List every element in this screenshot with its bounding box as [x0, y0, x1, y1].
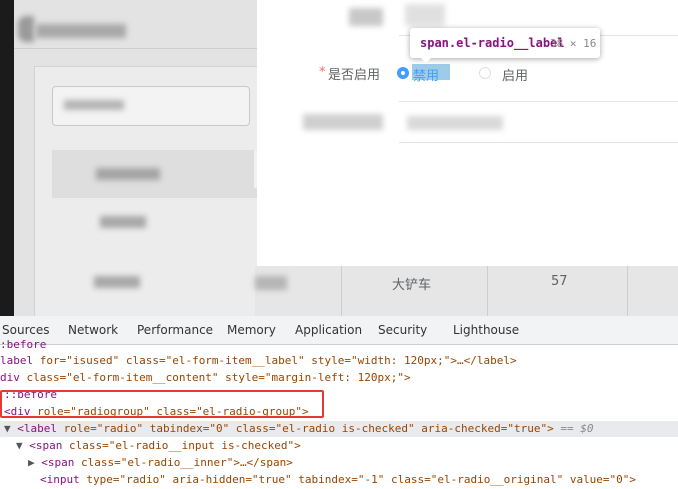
blurred-input-bottom: [407, 116, 503, 130]
devtools-tabbar: Sources Network Performance Memory Appli…: [0, 316, 678, 345]
selected-node-marker: == $0: [553, 422, 594, 435]
span-input-attrs: class="el-radio__input is-checked">: [62, 439, 301, 452]
bg-header-divider: [14, 48, 258, 49]
code-line-div-content[interactable]: div class="el-form-item__content" style=…: [0, 371, 411, 384]
tag-label: label: [0, 354, 34, 367]
tab-sources[interactable]: Sources: [2, 323, 49, 337]
bg-row-text: [94, 276, 140, 288]
vehicle-count-cell: 57: [551, 274, 568, 289]
blurred-label-bottom: [303, 114, 383, 130]
tab-lighthouse[interactable]: Lighthouse: [453, 323, 519, 337]
span-inner-attrs: class="el-radio__inner">…</span>: [74, 456, 293, 469]
tooltip-selector: span.el-radio__label: [420, 36, 565, 50]
tag-label-radio: <label: [17, 422, 57, 435]
row-blurred-cell: [255, 276, 287, 290]
tooltip-arrow: [420, 57, 432, 63]
input-attrs: type="radio" aria-hidden="true" tabindex…: [79, 473, 637, 486]
code-line-label-radio[interactable]: ▼ <label role="radio" tabindex="0" class…: [4, 422, 593, 435]
expand-arrow-icon[interactable]: ▼: [4, 422, 11, 435]
code-line-input[interactable]: <input type="radio" aria-hidden="true" t…: [40, 473, 636, 486]
cell-divider: [627, 266, 628, 316]
cell-divider: [341, 266, 342, 316]
tag-span-inner: <span: [41, 456, 75, 469]
tab-security[interactable]: Security: [378, 323, 427, 337]
radio-enabled-label: 启用: [502, 69, 529, 84]
collapse-arrow-icon[interactable]: ▶: [28, 456, 35, 469]
required-mark: *: [319, 65, 326, 80]
blurred-input-top: [405, 4, 445, 26]
expand-arrow-icon[interactable]: ▼: [16, 439, 23, 452]
tab-memory[interactable]: Memory: [227, 323, 276, 337]
radio-unchecked-icon: [479, 67, 491, 79]
tab-network[interactable]: Network: [68, 323, 118, 337]
bg-table-head-text: [96, 168, 160, 180]
code-line-before[interactable]: :before: [0, 338, 46, 351]
tab-application[interactable]: Application: [295, 323, 362, 337]
radio-disabled-option[interactable]: 禁用: [397, 64, 453, 84]
code-line-span-input[interactable]: ▼ <span class="el-radio__input is-checke…: [16, 439, 301, 452]
bg-search-text: [64, 100, 124, 110]
tab-performance[interactable]: Performance: [137, 323, 213, 337]
bg-back-button: [18, 16, 34, 42]
field-label: 是否启用: [328, 68, 381, 83]
tag-span-input: <span: [29, 439, 63, 452]
radio-disabled-label: 禁用: [413, 69, 440, 84]
bg-table-subhead: [100, 216, 146, 228]
label-radio-attrs: role="radio" tabindex="0" class="el-radi…: [57, 422, 554, 435]
code-line-label[interactable]: label for="isused" class="el-form-item__…: [0, 354, 517, 367]
radio-enabled-option[interactable]: 启用: [479, 64, 539, 84]
label-attrs: for="isused" class="el-form-item__label"…: [33, 354, 517, 367]
mid-divider: [399, 101, 678, 102]
code-line-span-inner[interactable]: ▶ <span class="el-radio__inner">…</span>: [28, 456, 293, 469]
cell-divider: [487, 266, 488, 316]
annotation-red-box: [0, 390, 324, 418]
tag-div: div: [0, 371, 20, 384]
blurred-label-top: [349, 8, 383, 26]
bottom-divider: [399, 142, 678, 143]
tooltip-size: 38 × 16: [550, 37, 597, 50]
div-attrs: class="el-form-item__content" style="mar…: [19, 371, 411, 384]
vehicle-name-cell: 大铲车: [392, 278, 432, 293]
inspector-tooltip: span.el-radio__label 38 × 16: [410, 28, 600, 58]
radio-checked-dot: [401, 71, 405, 75]
left-edge-strip: [0, 0, 14, 316]
tag-input: <input: [40, 473, 80, 486]
bg-title: [36, 24, 126, 38]
table-row: 大铲车 57: [255, 266, 678, 316]
